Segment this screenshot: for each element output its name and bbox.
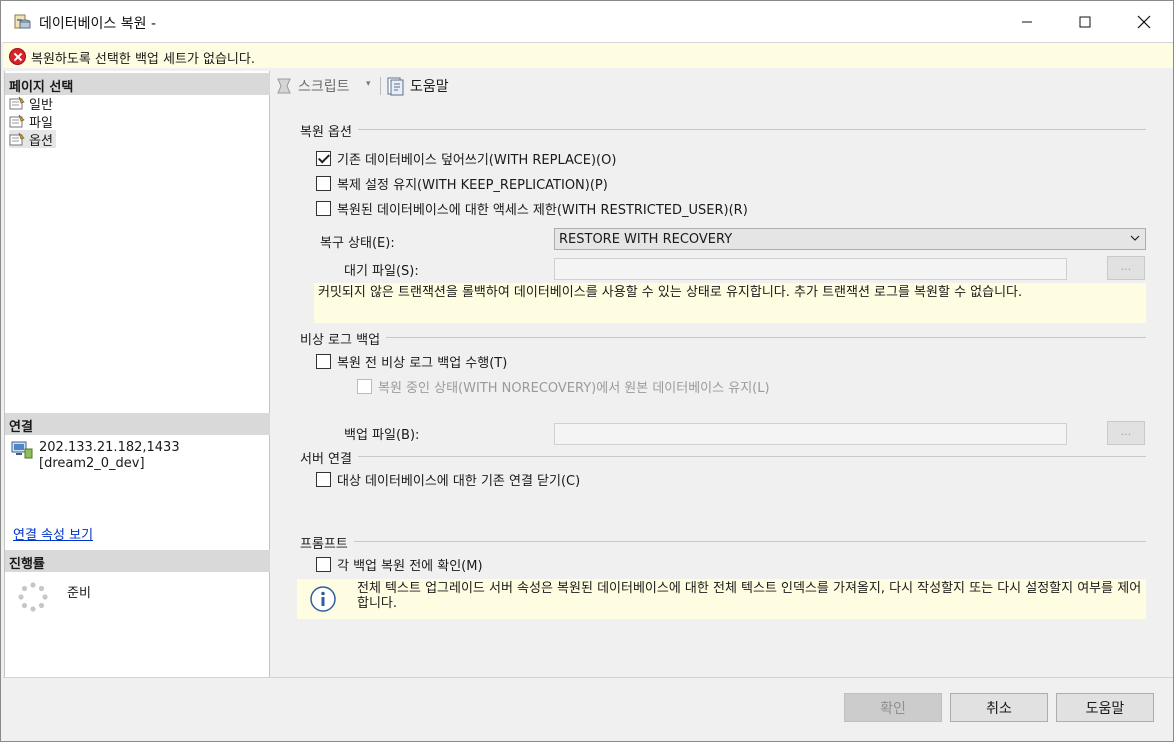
connection-database: [dream2_0_dev] bbox=[39, 456, 145, 471]
checkbox-box bbox=[316, 354, 331, 369]
recovery-info-text: 커밋되지 않은 트랜잭션을 롤백하여 데이터베이스를 사용할 수 있는 상태로 … bbox=[318, 285, 1023, 300]
error-icon bbox=[9, 48, 26, 65]
progress-status: 준비 bbox=[67, 586, 91, 601]
error-message: 복원하도록 선택한 백업 세트가 없습니다. bbox=[31, 52, 255, 67]
checkbox-label: 복제 설정 유지(WITH KEEP_REPLICATION)(P) bbox=[337, 178, 608, 193]
group-divider bbox=[300, 129, 1146, 130]
recovery-state-label: 복구 상태(E): bbox=[320, 236, 395, 251]
help-button[interactable]: 도움말 bbox=[1056, 693, 1154, 722]
close-button[interactable] bbox=[1115, 1, 1173, 42]
ok-button[interactable]: 확인 bbox=[844, 693, 942, 722]
group-divider bbox=[300, 337, 1146, 338]
keep-replication-checkbox[interactable]: 복제 설정 유지(WITH KEEP_REPLICATION)(P) bbox=[316, 174, 608, 193]
group-divider bbox=[300, 456, 1146, 457]
progress-spinner-icon bbox=[18, 582, 48, 612]
standby-file-input[interactable] bbox=[554, 258, 1067, 280]
restricted-user-checkbox[interactable]: 복원된 데이터베이스에 대한 액세스 제한(WITH RESTRICTED_US… bbox=[316, 199, 748, 218]
restore-database-dialog: 데이터베이스 복원 - 복원하도록 선택한 백업 세트가 없습니다. 페이지 선… bbox=[0, 0, 1174, 742]
script-button[interactable]: 스크립트 bbox=[274, 75, 350, 97]
close-connections-checkbox[interactable]: 대상 데이터베이스에 대한 기존 연결 닫기(C) bbox=[316, 470, 580, 489]
fulltext-info-box: 전체 텍스트 업그레이드 서버 속성은 복원된 데이터베이스에 대한 전체 텍스… bbox=[297, 579, 1146, 619]
checkbox-box bbox=[316, 201, 331, 216]
view-connection-properties-link[interactable]: 연결 속성 보기 bbox=[13, 524, 93, 543]
toolbar: 스크립트 ▾ 도움말 bbox=[270, 71, 1173, 101]
progress-header: 진행률 bbox=[5, 550, 270, 572]
group-divider bbox=[300, 541, 1146, 542]
tail-log-backup-checkbox[interactable]: 복원 전 비상 로그 백업 수행(T) bbox=[316, 352, 507, 371]
page-item-options[interactable]: 옵션 bbox=[9, 130, 56, 149]
minimize-icon bbox=[1022, 21, 1032, 22]
script-label: 스크립트 bbox=[298, 79, 350, 95]
server-connections-title: 서버 연결 bbox=[300, 448, 358, 467]
checkbox-box bbox=[357, 379, 372, 394]
recovery-state-value: RESTORE WITH RECOVERY bbox=[559, 232, 733, 247]
recovery-info-box: 커밋되지 않은 트랜잭션을 롤백하여 데이터베이스를 사용할 수 있는 상태로 … bbox=[314, 283, 1146, 323]
page-item-files[interactable]: 파일 bbox=[9, 112, 56, 131]
backup-file-label: 백업 파일(B): bbox=[344, 428, 420, 443]
backup-browse-button[interactable]: ... bbox=[1107, 421, 1145, 445]
help-icon bbox=[387, 77, 404, 96]
page-item-label: 파일 bbox=[29, 115, 53, 131]
close-icon bbox=[1137, 15, 1151, 28]
dialog-button-bar: 확인 취소 도움말 bbox=[3, 677, 1173, 741]
chevron-down-icon bbox=[1130, 235, 1140, 241]
page-settings-icon bbox=[9, 114, 25, 128]
standby-browse-button[interactable]: ... bbox=[1107, 256, 1145, 280]
page-item-label: 옵션 bbox=[29, 133, 53, 149]
page-settings-icon bbox=[9, 96, 25, 110]
options-page: 스크립트 ▾ 도움말 복원 옵션 기존 데이터베이스 덮어쓰기(WITH REP… bbox=[270, 71, 1173, 677]
tail-log-title: 비상 로그 백업 bbox=[300, 329, 387, 348]
minimize-button[interactable] bbox=[998, 1, 1056, 42]
page-item-label: 일반 bbox=[29, 97, 53, 113]
toolbar-separator bbox=[380, 77, 381, 95]
checkbox-box bbox=[316, 472, 331, 487]
script-dropdown-arrow[interactable]: ▾ bbox=[366, 79, 371, 89]
checkbox-box bbox=[316, 151, 331, 166]
server-connection-icon bbox=[11, 441, 33, 459]
error-banner: 복원하도록 선택한 백업 세트가 없습니다. bbox=[3, 42, 1173, 68]
restore-options-title: 복원 옵션 bbox=[300, 121, 358, 140]
maximize-button[interactable] bbox=[1056, 1, 1114, 42]
cancel-button[interactable]: 취소 bbox=[950, 693, 1048, 722]
page-settings-icon bbox=[9, 132, 25, 146]
page-item-general[interactable]: 일반 bbox=[9, 94, 56, 113]
fulltext-info-text: 전체 텍스트 업그레이드 서버 속성은 복원된 데이터베이스에 대한 전체 텍스… bbox=[357, 581, 1142, 611]
checkbox-label: 복원 중인 상태(WITH NORECOVERY)에서 원본 데이터베이스 유지… bbox=[378, 381, 770, 396]
info-icon bbox=[310, 586, 336, 612]
confirm-each-backup-checkbox[interactable]: 각 백업 복원 전에 확인(M) bbox=[316, 555, 483, 574]
recovery-state-select[interactable]: RESTORE WITH RECOVERY bbox=[554, 228, 1146, 250]
title-bar: 데이터베이스 복원 - bbox=[1, 1, 1173, 42]
window-title: 데이터베이스 복원 - bbox=[39, 16, 156, 32]
maximize-icon bbox=[1079, 16, 1091, 27]
help-toolbar-button[interactable]: 도움말 bbox=[386, 75, 449, 97]
checkbox-label: 복원된 데이터베이스에 대한 액세스 제한(WITH RESTRICTED_US… bbox=[337, 203, 748, 218]
help-label: 도움말 bbox=[410, 79, 449, 95]
checkbox-label: 각 백업 복원 전에 확인(M) bbox=[337, 559, 483, 574]
script-icon bbox=[277, 78, 291, 94]
connection-server: 202.133.21.182,1433 bbox=[39, 440, 180, 455]
checkbox-box bbox=[316, 176, 331, 191]
page-select-header: 페이지 선택 bbox=[5, 73, 270, 95]
checkbox-label: 기존 데이터베이스 덮어쓰기(WITH REPLACE)(O) bbox=[337, 153, 617, 168]
left-panel: 페이지 선택 일반 파일 옵션 연결 202.133.21.182,1433 [… bbox=[4, 71, 270, 677]
checkbox-label: 복원 전 비상 로그 백업 수행(T) bbox=[337, 356, 508, 371]
prompt-title: 프롬프트 bbox=[300, 533, 354, 552]
leave-norecovery-checkbox[interactable]: 복원 중인 상태(WITH NORECOVERY)에서 원본 데이터베이스 유지… bbox=[357, 377, 770, 396]
checkbox-box bbox=[316, 557, 331, 572]
checkbox-label: 대상 데이터베이스에 대한 기존 연결 닫기(C) bbox=[337, 474, 581, 489]
standby-file-label: 대기 파일(S): bbox=[344, 264, 419, 279]
backup-file-input[interactable] bbox=[554, 423, 1067, 445]
with-replace-checkbox[interactable]: 기존 데이터베이스 덮어쓰기(WITH REPLACE)(O) bbox=[316, 149, 616, 168]
connection-header: 연결 bbox=[5, 413, 270, 435]
database-restore-icon bbox=[14, 14, 31, 29]
